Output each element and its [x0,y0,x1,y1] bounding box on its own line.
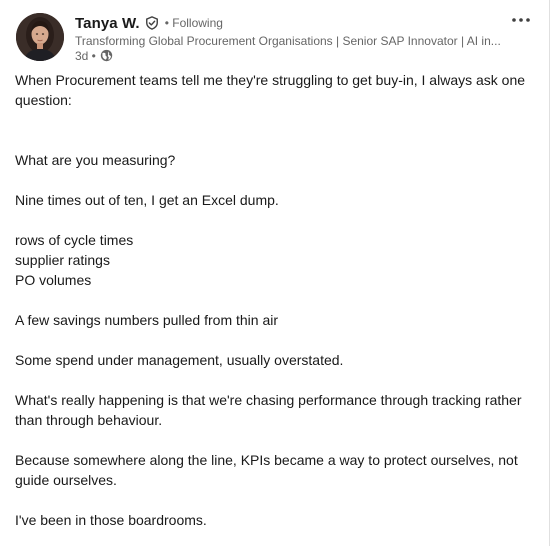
avatar-image [16,13,64,61]
author-name[interactable]: Tanya W. [75,15,140,32]
post-line: Because somewhere along the line, KPIs b… [15,452,518,468]
feed-post-card: Tanya W. • Following Transforming Global… [0,0,550,546]
post-line: A few savings numbers pulled from thin a… [15,312,279,328]
post-line [15,430,535,450]
author-headline: Transforming Global Procurement Organisa… [75,34,501,48]
post-line: supplier ratings [15,252,110,268]
post-line [15,370,535,390]
post-line: guide ourselves. [15,472,117,488]
post-line: than through behaviour. [15,412,163,428]
post-line [15,170,535,190]
post-line: Some spend under management, usually ove… [15,352,344,368]
post-line: I've been in those boardrooms. [15,512,207,528]
author-name-row: Tanya W. • Following [75,13,515,33]
verified-shield-icon [145,16,158,30]
post-line: What's really happening is that we're ch… [15,392,522,408]
post-line: PO volumes [15,272,92,288]
post-line: When Procurement teams tell me they're s… [15,72,526,88]
post-header: Tanya W. • Following Transforming Global… [16,13,536,63]
post-body-text: When Procurement teams tell me they're s… [15,70,535,530]
post-line [15,490,535,510]
post-line [15,290,535,310]
ellipsis-icon[interactable] [511,14,531,26]
post-line: question: [15,92,72,108]
post-line [15,110,535,130]
post-line: rows of cycle times [15,232,134,248]
follow-status: • Following [164,16,223,30]
post-line [15,210,535,230]
author-meta: Tanya W. • Following Transforming Global… [75,13,515,63]
globe-icon [100,49,113,62]
post-line: Nine times out of ten, I get an Excel du… [15,192,279,208]
author-avatar[interactable] [16,13,64,61]
post-time: 3d • [75,48,96,63]
post-timestamp-row: 3d • [75,48,515,63]
post-line: What are you measuring? [15,152,176,168]
post-line [15,130,535,150]
post-line [15,330,535,350]
